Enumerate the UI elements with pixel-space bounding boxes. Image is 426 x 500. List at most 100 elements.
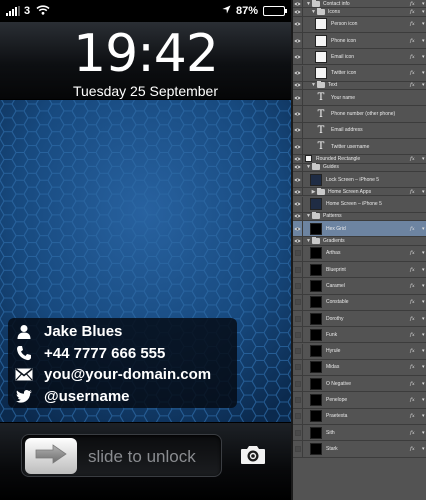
- layer-effects-icon[interactable]: fx: [410, 413, 422, 419]
- layer-row[interactable]: Home Screen – iPhone 5: [293, 196, 426, 213]
- visibility-toggle-empty[interactable]: [293, 392, 303, 408]
- effects-chevron-icon[interactable]: ▾: [422, 9, 426, 15]
- eye-icon[interactable]: [293, 16, 303, 32]
- effects-chevron-icon[interactable]: ▾: [422, 1, 426, 7]
- disclosure-open-icon[interactable]: ▼: [310, 82, 317, 88]
- eye-icon[interactable]: [293, 32, 303, 49]
- effects-chevron-icon[interactable]: ▾: [422, 267, 426, 273]
- layer-row[interactable]: T Phone number (other phone): [293, 106, 426, 123]
- layer-effects-icon[interactable]: fx: [410, 156, 422, 162]
- layer-row[interactable]: Funk fx ▾: [293, 327, 426, 344]
- layer-row[interactable]: ▼ Contact info fx ▾: [293, 0, 426, 9]
- effects-chevron-icon[interactable]: ▾: [422, 54, 426, 60]
- eye-icon[interactable]: [293, 237, 303, 245]
- disclosure-open-icon[interactable]: ▼: [305, 1, 312, 7]
- effects-chevron-icon[interactable]: ▾: [422, 189, 426, 195]
- layer-effects-icon[interactable]: fx: [410, 332, 422, 338]
- layer-row[interactable]: Phone icon fx ▾: [293, 32, 426, 50]
- layer-effects-icon[interactable]: fx: [410, 250, 422, 256]
- layer-effects-icon[interactable]: fx: [410, 381, 422, 387]
- layer-row[interactable]: ▼ Icons fx ▾: [293, 7, 426, 17]
- layer-row[interactable]: Stark fx ▾: [293, 441, 426, 458]
- layer-effects-icon[interactable]: fx: [410, 348, 422, 354]
- disclosure-closed-icon[interactable]: ▶: [310, 189, 317, 195]
- layer-row[interactable]: ▼ Text fx ▾: [293, 81, 426, 91]
- layer-row[interactable]: Lock Screen – iPhone 5: [293, 171, 426, 189]
- eye-icon[interactable]: [293, 0, 303, 8]
- visibility-toggle-empty[interactable]: [293, 310, 303, 327]
- visibility-toggle-empty[interactable]: [293, 425, 303, 441]
- eye-icon[interactable]: [293, 139, 303, 155]
- eye-icon[interactable]: [293, 188, 303, 196]
- eye-icon[interactable]: [293, 49, 303, 65]
- layer-effects-icon[interactable]: fx: [410, 397, 422, 403]
- layer-effects-icon[interactable]: fx: [410, 82, 422, 88]
- effects-chevron-icon[interactable]: ▾: [422, 70, 426, 76]
- layer-effects-icon[interactable]: fx: [410, 1, 422, 7]
- layer-effects-icon[interactable]: fx: [410, 9, 422, 15]
- visibility-toggle-empty[interactable]: [293, 343, 303, 359]
- eye-icon[interactable]: [293, 8, 303, 16]
- layer-row[interactable]: Praetexta fx ▾: [293, 408, 426, 425]
- layer-row[interactable]: Constable fx ▾: [293, 294, 426, 311]
- layer-effects-icon[interactable]: fx: [410, 21, 422, 27]
- camera-icon[interactable]: [240, 443, 266, 467]
- layer-row[interactable]: T Email address: [293, 122, 426, 139]
- effects-chevron-icon[interactable]: ▾: [422, 156, 426, 162]
- layer-row[interactable]: Penelope fx ▾: [293, 392, 426, 409]
- layer-effects-icon[interactable]: fx: [410, 226, 422, 232]
- effects-chevron-icon[interactable]: ▾: [422, 38, 426, 44]
- layer-row[interactable]: ▶ Home Screen Apps fx ▾: [293, 187, 426, 197]
- eye-icon[interactable]: [293, 81, 303, 90]
- eye-icon[interactable]: [293, 65, 303, 81]
- layer-row[interactable]: Email icon fx ▾: [293, 49, 426, 66]
- visibility-toggle-empty[interactable]: [293, 245, 303, 261]
- eye-icon[interactable]: [293, 163, 303, 171]
- layer-row[interactable]: Midas fx ▾: [293, 359, 426, 377]
- effects-chevron-icon[interactable]: ▾: [422, 283, 426, 289]
- layer-row[interactable]: ▼ Patterns: [293, 212, 426, 222]
- disclosure-open-icon[interactable]: ▼: [305, 164, 312, 170]
- effects-chevron-icon[interactable]: ▾: [422, 364, 426, 370]
- layer-effects-icon[interactable]: fx: [410, 364, 422, 370]
- effects-chevron-icon[interactable]: ▾: [422, 381, 426, 387]
- eye-icon[interactable]: [293, 171, 303, 188]
- visibility-toggle-empty[interactable]: [293, 359, 303, 376]
- layer-row[interactable]: Dorothy fx ▾: [293, 310, 426, 328]
- eye-icon[interactable]: [293, 212, 303, 221]
- layer-row[interactable]: T Twitter username: [293, 139, 426, 156]
- effects-chevron-icon[interactable]: ▾: [422, 348, 426, 354]
- layer-row[interactable]: Blueprint fx ▾: [293, 262, 426, 279]
- layer-effects-icon[interactable]: fx: [410, 70, 422, 76]
- layer-effects-icon[interactable]: fx: [410, 189, 422, 195]
- unlock-slider-knob[interactable]: [25, 438, 77, 474]
- layer-effects-icon[interactable]: fx: [410, 267, 422, 273]
- visibility-toggle-empty[interactable]: [293, 262, 303, 278]
- effects-chevron-icon[interactable]: ▾: [422, 21, 426, 27]
- layer-row[interactable]: O Negative fx ▾: [293, 376, 426, 393]
- layer-row[interactable]: Twitter icon fx ▾: [293, 65, 426, 82]
- visibility-toggle-empty[interactable]: [293, 376, 303, 392]
- visibility-toggle-empty[interactable]: [293, 408, 303, 424]
- effects-chevron-icon[interactable]: ▾: [422, 250, 426, 256]
- layer-effects-icon[interactable]: fx: [410, 299, 422, 305]
- layer-row[interactable]: Hyrule fx ▾: [293, 343, 426, 360]
- disclosure-open-icon[interactable]: ▼: [310, 9, 317, 15]
- effects-chevron-icon[interactable]: ▾: [422, 316, 426, 322]
- visibility-toggle-empty[interactable]: [293, 294, 303, 310]
- layer-row[interactable]: Hex Grid fx ▾: [293, 221, 426, 238]
- eye-icon[interactable]: [293, 122, 303, 138]
- effects-chevron-icon[interactable]: ▾: [422, 332, 426, 338]
- layer-row[interactable]: Arthas fx ▾: [293, 245, 426, 262]
- eye-icon[interactable]: [293, 221, 303, 237]
- effects-chevron-icon[interactable]: ▾: [422, 226, 426, 232]
- eye-icon[interactable]: [293, 90, 303, 106]
- effects-chevron-icon[interactable]: ▾: [422, 446, 426, 452]
- layer-row[interactable]: Person icon fx ▾: [293, 16, 426, 33]
- effects-chevron-icon[interactable]: ▾: [422, 299, 426, 305]
- layer-row[interactable]: T Your name: [293, 90, 426, 107]
- disclosure-open-icon[interactable]: ▼: [305, 238, 312, 244]
- layer-row[interactable]: Caramel fx ▾: [293, 278, 426, 295]
- eye-icon[interactable]: [293, 155, 303, 163]
- effects-chevron-icon[interactable]: ▾: [422, 397, 426, 403]
